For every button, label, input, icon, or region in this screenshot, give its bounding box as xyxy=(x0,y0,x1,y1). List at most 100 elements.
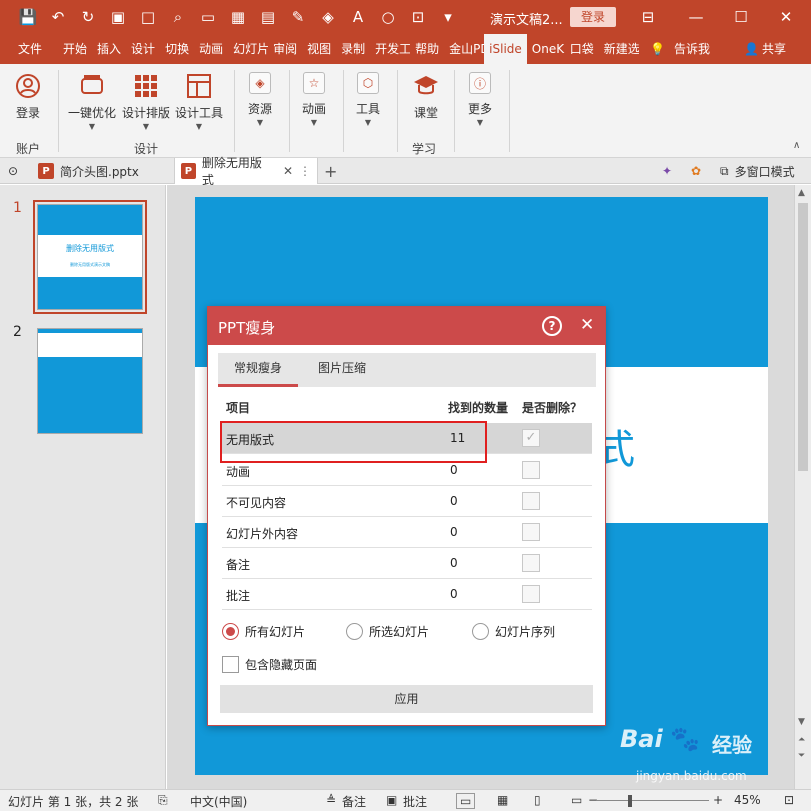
undo-icon[interactable]: ↶ xyxy=(48,7,68,27)
doc-tab-intro[interactable]: P 简介头图.pptx xyxy=(32,158,145,184)
more-button[interactable]: ⓘ 更多 ▼ xyxy=(468,72,492,127)
help-icon[interactable]: ? xyxy=(542,316,562,336)
delete-checkbox[interactable]: ✓ xyxy=(522,429,540,447)
notes-button[interactable]: 备注 xyxy=(342,793,366,810)
slide-sorter-icon[interactable]: ▦ xyxy=(497,793,508,807)
tab-review[interactable]: 审阅 xyxy=(268,34,302,64)
fit-to-window-icon[interactable]: ⊡ xyxy=(784,793,794,807)
reading-view-icon[interactable]: ▯ xyxy=(534,793,541,807)
tab-list-icon[interactable]: ⊙ xyxy=(8,158,18,184)
layout-icon[interactable]: ▤ xyxy=(258,7,278,27)
radio-selected-slides[interactable]: 所选幻灯片 xyxy=(346,623,429,640)
grid-icon[interactable]: ▦ xyxy=(228,7,248,27)
delete-checkbox[interactable] xyxy=(522,492,540,510)
minimize-icon[interactable]: — xyxy=(673,0,719,34)
tab-design[interactable]: 设计 xyxy=(126,34,160,64)
resources-button[interactable]: ◈ 资源 ▼ xyxy=(248,72,272,127)
font-color-icon[interactable]: A xyxy=(348,7,368,27)
slide-thumbnail-1[interactable]: 删除无用版式 删除无用版式演示文稿 xyxy=(33,200,147,314)
more-commands-icon[interactable]: ▾ xyxy=(438,7,458,27)
vertical-scrollbar[interactable]: ▲ ▼ ⏶ ⏷ xyxy=(794,185,811,789)
tab-help[interactable]: 帮助 xyxy=(410,34,444,64)
include-hidden-checkbox[interactable]: 包含隐藏页面 xyxy=(222,656,317,673)
collapse-ribbon-icon[interactable]: ∧ xyxy=(793,140,800,151)
checkbox[interactable] xyxy=(222,656,239,673)
signin-button[interactable]: 登录 xyxy=(570,7,616,27)
slideshow-icon[interactable]: ▭ xyxy=(571,793,582,807)
radio-button[interactable] xyxy=(222,623,239,640)
eyedropper-icon[interactable]: ✎ xyxy=(288,7,308,27)
table-row[interactable]: 备注 0 xyxy=(222,548,592,579)
scrollbar-thumb[interactable] xyxy=(798,203,808,471)
tell-me-search[interactable]: 告诉我 xyxy=(674,34,710,64)
apply-button[interactable]: 应用 xyxy=(220,685,593,713)
share-icon[interactable]: 👤 xyxy=(744,34,759,64)
tab-animations[interactable]: 动画 xyxy=(194,34,228,64)
delete-checkbox[interactable] xyxy=(522,585,540,603)
scroll-up-icon[interactable]: ▲ xyxy=(798,188,805,198)
multi-window-button[interactable]: ⧉ 多窗口模式 xyxy=(720,158,795,184)
tab-image-compress[interactable]: 图片压缩 xyxy=(302,353,382,387)
zoom-slider[interactable] xyxy=(597,800,709,801)
crop-icon[interactable]: ⊡ xyxy=(408,7,428,27)
doc-tab-remove-layouts[interactable]: P 删除无用版式 ✕ ⋮ xyxy=(174,156,318,187)
tab-file[interactable]: 文件 xyxy=(0,34,58,64)
zoom-in-icon[interactable]: + xyxy=(713,793,723,807)
tab-developer[interactable]: 开发工 xyxy=(370,34,410,64)
tab-onekey[interactable]: OneK xyxy=(527,34,565,64)
magic-icon[interactable]: ✦ xyxy=(662,158,672,184)
add-tab-icon[interactable]: + xyxy=(324,158,337,184)
zoom-level[interactable]: 45% xyxy=(734,793,761,807)
tab-new-group[interactable]: 新建选 xyxy=(599,34,639,64)
tab-record[interactable]: 录制 xyxy=(336,34,370,64)
tools-button[interactable]: ⬡ 工具 ▼ xyxy=(356,72,380,127)
new-file-icon[interactable]: □ xyxy=(138,7,158,27)
folder-icon[interactable]: ▭ xyxy=(198,7,218,27)
tab-general-slim[interactable]: 常规瘦身 xyxy=(218,353,298,387)
save-icon[interactable]: 💾 xyxy=(18,7,38,27)
radio-slide-sequence[interactable]: 幻灯片序列 xyxy=(472,623,555,640)
design-layout-button[interactable]: 设计排版 ▼ xyxy=(122,72,170,131)
slide-thumbnail-2[interactable] xyxy=(37,328,143,434)
table-row[interactable]: 幻灯片外内容 0 xyxy=(222,517,592,548)
design-tools-button[interactable]: 设计工具 ▼ xyxy=(175,72,223,131)
maximize-icon[interactable]: ☐ xyxy=(718,0,764,34)
zoom-slider-handle[interactable] xyxy=(628,795,632,807)
radio-all-slides[interactable]: 所有幻灯片 xyxy=(222,623,305,640)
close-icon[interactable]: ✕ xyxy=(580,315,594,335)
close-window-icon[interactable]: ✕ xyxy=(763,0,809,34)
normal-view-icon[interactable]: ▭ xyxy=(456,793,476,809)
ribbon-display-icon[interactable]: ⊟ xyxy=(625,0,671,34)
delete-checkbox[interactable] xyxy=(522,523,540,541)
close-tab-icon[interactable]: ✕ xyxy=(283,164,293,178)
comments-button[interactable]: 批注 xyxy=(403,793,427,810)
classroom-button[interactable]: 课堂 xyxy=(412,72,440,121)
radio-button[interactable] xyxy=(346,623,363,640)
tab-pocket[interactable]: 口袋 xyxy=(565,34,599,64)
tab-kingsoft-pdf[interactable]: 金山PD xyxy=(444,34,484,64)
login-ribbon-button[interactable]: 登录 xyxy=(14,72,42,121)
circle-shape-icon[interactable]: ○ xyxy=(378,7,398,27)
tab-home[interactable]: 开始 xyxy=(58,34,92,64)
table-row[interactable]: 批注 0 xyxy=(222,579,592,610)
spellcheck-icon[interactable]: ⎘ xyxy=(158,793,168,808)
tab-menu-icon[interactable]: ⋮ xyxy=(299,164,311,178)
table-row[interactable]: 不可见内容 0 xyxy=(222,486,592,517)
tab-view[interactable]: 视图 xyxy=(302,34,336,64)
fill-icon[interactable]: ◈ xyxy=(318,7,338,27)
language-status[interactable]: 中文(中国) xyxy=(190,793,247,810)
share-button[interactable]: 共享 xyxy=(762,34,786,64)
tab-transitions[interactable]: 切换 xyxy=(160,34,194,64)
gear-icon[interactable]: ✿ xyxy=(691,158,701,184)
tab-slideshow[interactable]: 幻灯片 xyxy=(228,34,268,64)
one-click-optimize-button[interactable]: 一键优化 ▼ xyxy=(68,72,116,131)
redo-icon[interactable]: ↻ xyxy=(78,7,98,27)
radio-button[interactable] xyxy=(472,623,489,640)
delete-checkbox[interactable] xyxy=(522,554,540,572)
delete-checkbox[interactable] xyxy=(522,461,540,479)
present-icon[interactable]: ▣ xyxy=(108,7,128,27)
tab-islide[interactable]: iSlide xyxy=(484,34,527,64)
animation-button[interactable]: ☆ 动画 ▼ xyxy=(302,72,326,127)
tellme-icon[interactable]: 💡 xyxy=(650,34,665,64)
print-preview-icon[interactable]: ⌕ xyxy=(168,7,188,27)
